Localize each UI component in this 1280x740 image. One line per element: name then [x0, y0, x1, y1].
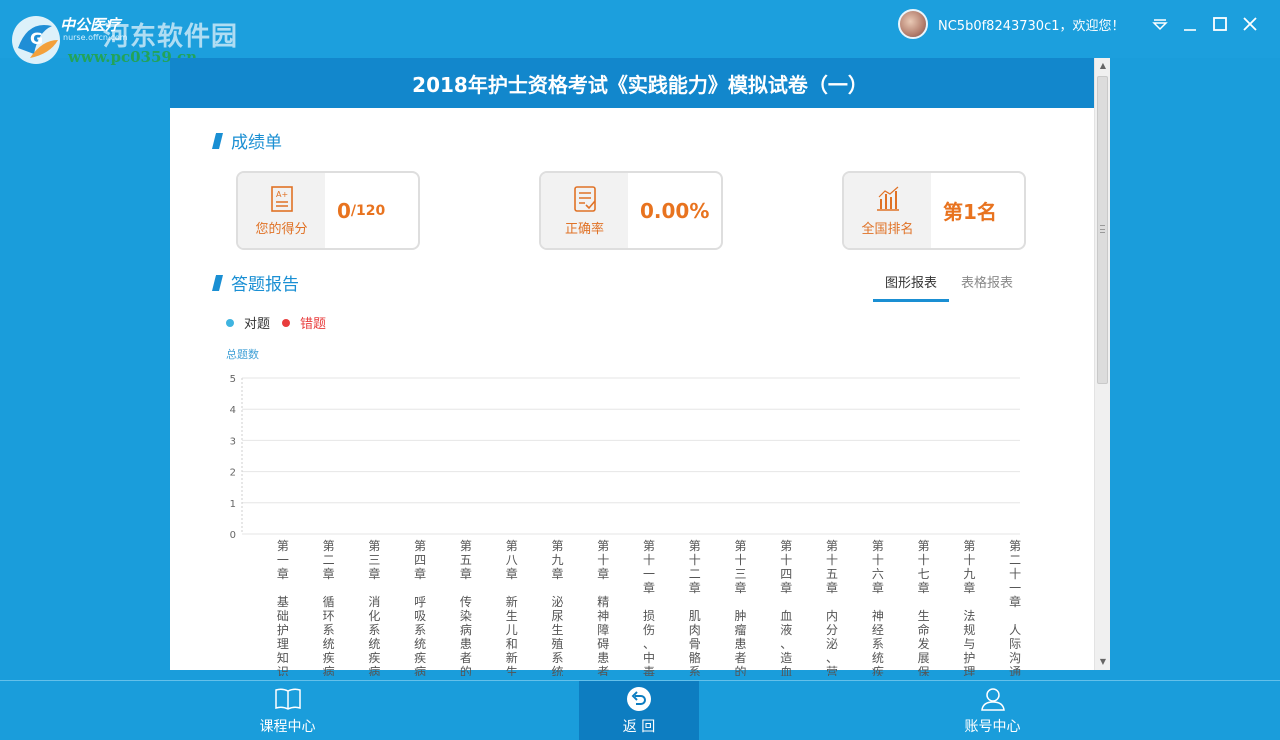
close-button[interactable]: [1238, 12, 1262, 36]
legend-item-correct[interactable]: 对题: [226, 313, 270, 332]
accuracy-value: 0.00%: [640, 198, 710, 223]
accuracy-value-area: 0.00%: [628, 173, 721, 248]
x-tick-label: 第三章 消化系统疾病: [368, 539, 380, 676]
rank-card: 全国排名 第1名: [842, 171, 1026, 250]
nav-back[interactable]: 返 回: [579, 681, 699, 740]
vertical-scrollbar[interactable]: ▲ ▼: [1094, 58, 1110, 670]
x-tick-label: 第十一章 损伤、中毒: [643, 539, 655, 676]
legend-dot-wrong: [282, 318, 291, 327]
score-sheet-icon: A+: [270, 185, 293, 212]
user-greeting: NC5b0f8243730c1，欢迎您！: [938, 18, 1125, 34]
nav-label-course-center: 课程中心: [259, 719, 316, 735]
legend-item-wrong[interactable]: 错题: [282, 313, 326, 332]
x-tick-label: 第十四章 血液、造血: [780, 539, 792, 676]
rank-label: 全国排名: [861, 221, 914, 237]
section-marker-icon: [212, 132, 223, 149]
legend-label-correct: 对题: [244, 317, 271, 332]
scroll-thumb[interactable]: [1097, 76, 1108, 384]
y-tick-label: 4: [230, 405, 236, 416]
nav-course-center[interactable]: 课程中心: [240, 681, 335, 740]
nav-label-back: 返 回: [622, 719, 656, 735]
x-tick-label: 第四章 呼吸系统疾病: [414, 539, 426, 676]
accuracy-label: 正确率: [564, 221, 604, 237]
logo-badge-icon: G: [12, 16, 60, 64]
close-icon: [1243, 17, 1257, 31]
menu-down-icon: [1152, 19, 1168, 31]
app-logo: G 中公医疗 nurse.offcn.com 河东软件园 www.pc0359.…: [8, 6, 238, 66]
x-tick-label: 第八章 新生儿和新生: [506, 539, 518, 676]
y-tick-label: 3: [230, 436, 236, 447]
scroll-down-arrow-icon[interactable]: ▼: [1095, 654, 1111, 670]
y-tick-label: 1: [230, 499, 236, 510]
accuracy-card-label-area: 正确率: [541, 173, 628, 248]
score-label: 您的得分: [255, 221, 308, 237]
x-tick-label: 第十九章 法规与护理: [963, 539, 975, 676]
rank-value: 第1名: [943, 200, 997, 224]
user-info[interactable]: NC5b0f8243730c1，欢迎您！: [898, 8, 1125, 40]
grip-icon: [1100, 225, 1105, 233]
score-value: 0: [337, 198, 351, 223]
report-tabs: 图形报表 表格报表: [873, 268, 1025, 302]
book-icon: [274, 688, 301, 710]
y-tick-label: 0: [230, 530, 236, 541]
avatar[interactable]: [898, 9, 928, 39]
x-tick-label: 第二章 循环系统疾病: [323, 539, 335, 676]
svg-text:G: G: [30, 29, 43, 48]
rank-value-area: 第1名: [931, 173, 1024, 248]
title-bar: G 中公医疗 nurse.offcn.com 河东软件园 www.pc0359.…: [0, 0, 1280, 66]
x-tick-label: 第十章 精神障碍患者: [597, 539, 609, 676]
scroll-up-arrow-icon[interactable]: ▲: [1095, 58, 1111, 74]
maximize-icon: [1213, 17, 1227, 31]
y-tick-label: 2: [230, 468, 236, 479]
tab-graph-report[interactable]: 图形报表: [873, 268, 950, 302]
dropdown-menu-button[interactable]: [1148, 12, 1172, 36]
result-panel: 2018年护士资格考试《实践能力》模拟试卷（一） 成绩单 A+ 您的得分 0/1…: [170, 58, 1110, 676]
x-tick-label: 第一章 基础护理知识: [277, 539, 289, 676]
tab-table-report[interactable]: 表格报表: [949, 268, 1025, 302]
back-icon: [627, 687, 651, 711]
bottom-nav-bar: 课程中心 返 回 账号中心: [0, 680, 1280, 740]
scorecard-title-text: 成绩单: [231, 133, 282, 153]
x-tick-label: 第十二章 肌肉骨骼系: [689, 539, 701, 676]
y-axis-label: 总题数: [226, 347, 259, 361]
report-title-text: 答题报告: [231, 275, 299, 295]
legend-dot-correct: [226, 318, 234, 327]
x-tick-label: 第九章 泌尿生殖系统: [551, 539, 563, 676]
y-tick-label: 5: [230, 374, 236, 385]
score-value-area: 0/120: [325, 173, 418, 248]
x-tick-label: 第十三章 肿瘤患者的: [735, 539, 747, 676]
checklist-icon: [573, 185, 596, 212]
answer-report-chart: 总题数 0 1 2 3 4 5 第一章 基础护理知识 第二章 循环系统疾病 第三章 消化系统疾病 第…: [226, 347, 1021, 676]
chart-legend: 对题 错题: [226, 313, 338, 332]
minimize-icon: [1184, 29, 1196, 31]
user-icon: [980, 688, 1005, 711]
score-card: A+ 您的得分 0/120: [236, 171, 420, 250]
exam-title: 2018年护士资格考试《实践能力》模拟试卷（一）: [170, 58, 1110, 108]
x-tick-label: 第十五章 内分泌、营: [826, 539, 838, 676]
score-card-label-area: A+ 您的得分: [238, 173, 325, 248]
score-total: /120: [350, 202, 386, 219]
x-tick-label: 第五章 传染病患者的: [460, 539, 472, 676]
minimize-button[interactable]: [1178, 12, 1202, 36]
accuracy-card: 正确率 0.00%: [539, 171, 723, 250]
maximize-button[interactable]: [1208, 12, 1232, 36]
x-tick-label: 第十六章 神经系统疾: [872, 539, 884, 676]
x-tick-label: 第二十一章 人际沟通: [1009, 539, 1021, 676]
rank-card-label-area: 全国排名: [844, 173, 931, 248]
nav-label-account-center: 账号中心: [964, 719, 1021, 735]
svg-text:A+: A+: [276, 190, 288, 199]
nav-account-center[interactable]: 账号中心: [945, 681, 1040, 740]
x-tick-label: 第十七章 生命发展保: [918, 539, 930, 676]
section-marker-icon: [212, 274, 223, 291]
scorecard-section-title: 成绩单: [212, 128, 282, 153]
legend-label-wrong: 错题: [300, 317, 327, 332]
report-section-title: 答题报告: [212, 270, 299, 295]
ranking-chart-icon: [876, 186, 899, 211]
